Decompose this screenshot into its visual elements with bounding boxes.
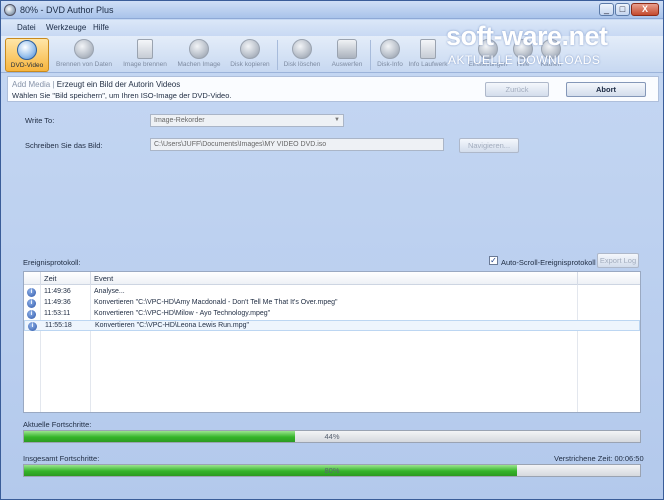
- write-to-label: Write To:: [25, 116, 55, 125]
- total-progress-label: Insgesamt Fortschritte:: [23, 454, 100, 463]
- event-log-label: Ereignisprotokoll:: [23, 258, 81, 267]
- breadcrumb-title: Erzeugt ein Bild der Autorin Videos: [54, 80, 181, 89]
- total-progress-bar: 80%: [23, 464, 641, 477]
- info-icon: i: [27, 299, 36, 308]
- log-row[interactable]: i 11:49:36 Konvertieren "C:\VPC-HD\Amy M…: [24, 298, 640, 309]
- toolbar-drive-info[interactable]: Info Laufwerk: [408, 38, 448, 72]
- app-window: 80% - DVD Author Plus _ □ X Datei Werkze…: [0, 0, 664, 500]
- column-separator: [90, 272, 91, 285]
- log-row[interactable]: i 11:53:11 Konvertieren "C:\VPC-HD\Milow…: [24, 309, 640, 320]
- back-button[interactable]: Zurück: [485, 82, 549, 97]
- elapsed-time: Verstrichene Zeit: 00:06:50: [554, 454, 644, 463]
- erase-disc-icon: [292, 39, 312, 59]
- menu-hilfe[interactable]: Hilfe: [93, 23, 109, 32]
- elapsed-time-value: 00:06:50: [614, 454, 644, 463]
- log-time: 11:49:36: [44, 288, 71, 295]
- save-image-label: Schreiben Sie das Bild:: [25, 141, 103, 150]
- menu-datei[interactable]: Datei: [17, 23, 36, 32]
- window-title: 80% - DVD Author Plus: [20, 5, 114, 15]
- wizard-header: Add Media | Erzeugt ein Bild der Autorin…: [7, 76, 659, 102]
- log-header-row: Zeit Event: [24, 272, 640, 285]
- log-event: Konvertieren "C:\VPC-HD\Milow - Ayo Tech…: [94, 310, 271, 317]
- autoscroll-label: Auto-Scroll-Ereignisprotokoll: [501, 258, 596, 267]
- info-icon: i: [27, 288, 36, 297]
- info-icon: i: [27, 310, 36, 319]
- eject-icon: [337, 39, 357, 59]
- toolbar-separator: [277, 40, 278, 70]
- dvd-video-icon: [17, 40, 37, 60]
- log-row[interactable]: i 11:49:36 Analyse...: [24, 287, 640, 298]
- breadcrumb: Add Media | Erzeugt ein Bild der Autorin…: [12, 80, 180, 89]
- log-event: Analyse...: [94, 288, 125, 295]
- log-time: 11:49:36: [44, 299, 71, 306]
- chevron-down-icon: ▼: [334, 117, 340, 123]
- toolbar-burn-image[interactable]: Image brennen: [118, 38, 172, 72]
- toolbar-burn-data[interactable]: Brennen von Daten: [51, 38, 117, 72]
- elapsed-time-label: Verstrichene Zeit:: [554, 454, 613, 463]
- watermark: soft-ware.net AKTUELLE DOWNLOADS: [446, 21, 661, 71]
- toolbar-disc-info[interactable]: Disk-Info: [373, 38, 407, 72]
- log-time: 11:53:11: [44, 310, 71, 317]
- abort-button[interactable]: Abort: [566, 82, 646, 97]
- toolbar-make-image[interactable]: Machen Image: [173, 38, 225, 72]
- toolbar-eject[interactable]: Auswerfen: [327, 38, 367, 72]
- breadcrumb-prefix: Add Media |: [12, 80, 55, 89]
- write-to-select[interactable]: Image-Rekorder ▼: [150, 114, 344, 127]
- export-log-button[interactable]: Export Log: [597, 253, 639, 268]
- write-to-value: Image-Rekorder: [154, 117, 205, 124]
- toolbar-separator: [370, 40, 371, 70]
- log-event: Konvertieren "C:\VPC-HD\Leona Lewis Run.…: [95, 322, 249, 329]
- log-row-selected[interactable]: i 11:55:18 Konvertieren "C:\VPC-HD\Leona…: [24, 320, 640, 331]
- toolbar-copy-disc[interactable]: Disk kopieren: [226, 38, 274, 72]
- info-icon: i: [28, 322, 37, 331]
- column-event[interactable]: Event: [94, 274, 113, 283]
- total-progress-text: 80%: [324, 466, 340, 475]
- save-path-input[interactable]: C:\Users\JUFF\Documents\Images\MY VIDEO …: [150, 138, 444, 151]
- wizard-hint: Wählen Sie "Bild speichern", um Ihren IS…: [12, 91, 232, 100]
- autoscroll-checkbox[interactable]: ✓: [489, 256, 498, 265]
- drive-info-icon: [420, 39, 436, 59]
- burn-data-icon: [74, 39, 94, 59]
- column-separator: [577, 272, 578, 285]
- burn-image-icon: [137, 39, 153, 59]
- current-progress-bar: 44%: [23, 430, 641, 443]
- event-log-table[interactable]: Zeit Event i 11:49:36 Analyse... i 11:49…: [23, 271, 641, 413]
- toolbar-dvd-video[interactable]: DVD-Video: [5, 38, 49, 72]
- log-time: 11:55:18: [45, 322, 72, 329]
- column-time[interactable]: Zeit: [44, 274, 57, 283]
- make-image-icon: [189, 39, 209, 59]
- menu-werkzeuge[interactable]: Werkzeuge: [46, 23, 86, 32]
- copy-disc-icon: [240, 39, 260, 59]
- browse-button[interactable]: Navigieren...: [459, 138, 519, 153]
- maximize-button[interactable]: □: [615, 3, 630, 16]
- disc-info-icon: [380, 39, 400, 59]
- dvd-disc-icon: [4, 4, 16, 16]
- minimize-button[interactable]: _: [599, 3, 614, 16]
- toolbar-erase-disc[interactable]: Disk löschen: [281, 38, 323, 72]
- current-progress-label: Aktuelle Fortschritte:: [23, 420, 92, 429]
- title-bar: 80% - DVD Author Plus _ □ X: [1, 1, 663, 19]
- watermark-subtitle: AKTUELLE DOWNLOADS: [448, 53, 601, 67]
- column-separator: [40, 272, 41, 285]
- current-progress-text: 44%: [324, 432, 340, 441]
- close-button[interactable]: X: [631, 3, 659, 16]
- watermark-brand: soft-ware.net: [446, 21, 608, 51]
- log-event: Konvertieren "C:\VPC-HD\Amy Macdonald - …: [94, 299, 338, 306]
